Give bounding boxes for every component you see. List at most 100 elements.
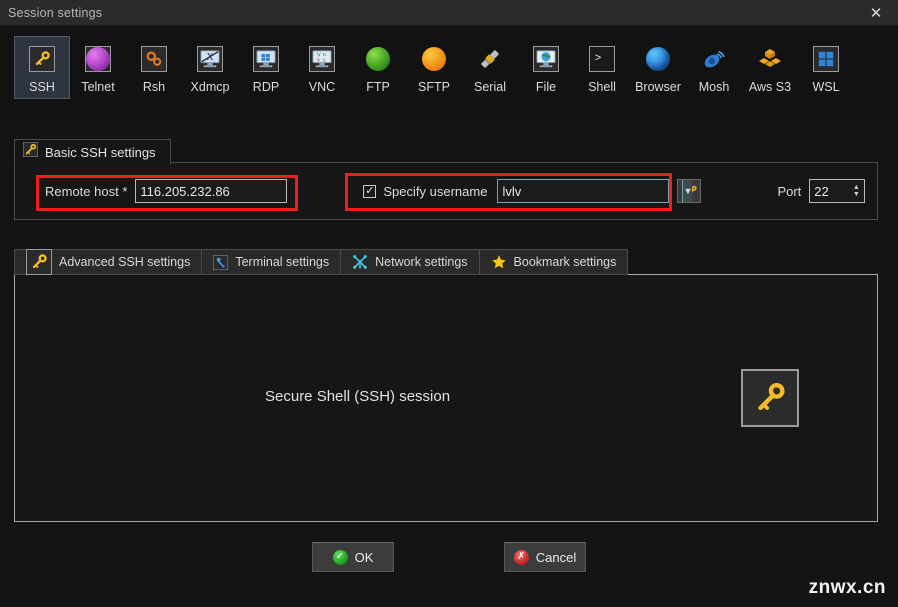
protocol-ssh[interactable]: SSH: [14, 36, 70, 99]
protocol-label: Mosh: [698, 80, 730, 94]
sftp-globe-icon: [418, 43, 450, 75]
tab-bookmark-settings[interactable]: Bookmark settings: [478, 249, 629, 275]
telnet-blob-icon: [82, 43, 114, 75]
settings-tabstrip: Advanced SSH settings Terminal settings Ne…: [14, 249, 629, 275]
shell-prompt-icon: >: [589, 46, 615, 72]
xdmcp-monitor-icon: X: [194, 43, 226, 75]
tab-advanced-ssh-settings[interactable]: Advanced SSH settings: [14, 249, 202, 275]
svg-text:v: v: [317, 57, 320, 63]
protocol-aws-s3[interactable]: Aws S3: [742, 36, 798, 99]
serial-plug-icon: [474, 43, 506, 75]
protocol-label: Browser: [635, 80, 681, 94]
vnc-monitor-icon: Vnvc: [309, 46, 335, 72]
username-input[interactable]: [498, 180, 683, 202]
tab-network-settings[interactable]: Network settings: [340, 249, 479, 275]
ftp-globe-icon: [366, 47, 390, 71]
shell-prompt-icon: >: [586, 43, 618, 75]
ssh-key-icon: [741, 369, 799, 427]
protocol-label: Aws S3: [748, 80, 792, 94]
tab-label: Terminal settings: [235, 255, 330, 269]
protocol-rdp[interactable]: RDP: [238, 36, 294, 99]
wsl-windows-icon: [813, 46, 839, 72]
protocol-telnet[interactable]: Telnet: [70, 36, 126, 99]
mosh-satellite-icon: [698, 43, 730, 75]
specify-username-checkbox[interactable]: ✓: [363, 184, 377, 198]
star-icon: [491, 255, 506, 269]
title-bar: Session settings ✕: [0, 0, 898, 26]
protocol-mosh[interactable]: Mosh: [686, 36, 742, 99]
protocol-toolbar: SSH Telnet Rsh X Xdmcp RDP Vnvc VNC FTP SFTP Seria…: [0, 26, 898, 118]
telnet-blob-icon: [86, 47, 110, 71]
protocol-rsh[interactable]: Rsh: [126, 36, 182, 99]
protocol-browser[interactable]: Browser: [630, 36, 686, 99]
protocol-vnc[interactable]: Vn v c VNC: [294, 36, 350, 99]
protocol-label: RDP: [252, 80, 280, 94]
checkmark-icon: ✓: [365, 184, 375, 197]
svg-text:c: c: [323, 57, 326, 63]
serial-plug-icon: [481, 50, 499, 68]
protocol-sftp[interactable]: SFTP: [406, 36, 462, 99]
rdp-monitor-icon: [250, 43, 282, 75]
tab-terminal-settings[interactable]: Terminal settings: [201, 249, 341, 275]
ssh-key-icon: [26, 249, 52, 275]
ssh-key-icon: [26, 43, 58, 75]
protocol-wsl[interactable]: WSL: [798, 36, 854, 99]
cancel-button-label: Cancel: [535, 549, 577, 565]
wsl-windows-icon: [810, 43, 842, 75]
rsh-gears-icon: [141, 46, 167, 72]
spin-down-icon[interactable]: ▼: [853, 191, 860, 198]
protocol-label: Shell: [588, 80, 616, 94]
cancel-button[interactable]: ✗ Cancel: [504, 542, 586, 572]
protocol-label: FTP: [366, 80, 390, 94]
x-circle-icon: ✗: [513, 549, 529, 565]
port-spin-buttons[interactable]: ▲ ▼: [848, 180, 864, 202]
check-circle-icon: ✓: [332, 549, 348, 565]
star-icon: [491, 254, 507, 270]
protocol-label: Xdmcp: [190, 80, 230, 94]
browser-globe-icon: [642, 43, 674, 75]
basic-ssh-settings-group: Remote host * ✓ Specify username ▼ Port …: [14, 162, 878, 220]
ssh-key-icon: [26, 249, 52, 275]
file-monitor-icon: [533, 46, 559, 72]
terminal-icon: [213, 254, 229, 270]
watermark: znwx.cn: [808, 577, 886, 598]
protocol-file[interactable]: File: [518, 36, 574, 99]
sftp-globe-icon: [422, 47, 446, 71]
ok-button-label: OK: [354, 549, 374, 565]
network-nodes-icon: [353, 255, 367, 269]
protocol-serial[interactable]: Serial: [462, 36, 518, 99]
network-nodes-icon: [352, 254, 368, 270]
protocol-label: File: [535, 80, 557, 94]
port-input[interactable]: [810, 183, 849, 199]
vnc-monitor-icon: Vnvc: [306, 43, 338, 75]
aws-s3-cubes-icon: [754, 43, 786, 75]
username-combobox[interactable]: ▼: [497, 179, 693, 203]
ssh-key-icon: [22, 141, 39, 162]
tab-label: Network settings: [375, 255, 468, 269]
ssh-key-icon: [29, 46, 55, 72]
protocol-shell[interactable]: > Shell: [574, 36, 630, 99]
port-stepper[interactable]: ▲ ▼: [809, 179, 866, 203]
settings-tab-panel: Secure Shell (SSH) session: [14, 274, 878, 522]
aws-s3-cubes-icon: [759, 49, 781, 67]
basic-ssh-settings-tab[interactable]: Basic SSH settings: [14, 139, 171, 165]
protocol-ftp[interactable]: FTP: [350, 36, 406, 99]
session-type-caption: Secure Shell (SSH) session: [265, 388, 451, 405]
basic-ssh-settings-tab-label: Basic SSH settings: [45, 144, 156, 160]
session-settings-window: Session settings ✕ SSH Telnet Rsh X Xdmcp RDP…: [0, 0, 898, 607]
chevron-down-icon[interactable]: ▼: [682, 180, 693, 202]
ok-button[interactable]: ✓ OK: [312, 542, 394, 572]
remote-host-label: Remote host *: [45, 183, 128, 199]
protocol-xdmcp[interactable]: X Xdmcp: [182, 36, 238, 99]
remote-host-input[interactable]: [135, 179, 288, 203]
tab-label: Advanced SSH settings: [59, 255, 191, 269]
svg-text:X: X: [206, 52, 214, 63]
spin-up-icon[interactable]: ▲: [853, 184, 860, 191]
dialog-footer: ✓ OK ✗ Cancel: [0, 542, 898, 582]
browser-globe-icon: [646, 47, 670, 71]
protocol-label: Rsh: [142, 80, 166, 94]
protocol-label: VNC: [308, 80, 336, 94]
specify-username-label: Specify username: [383, 183, 488, 199]
window-title: Session settings: [8, 5, 103, 20]
close-icon[interactable]: ✕: [854, 0, 898, 26]
